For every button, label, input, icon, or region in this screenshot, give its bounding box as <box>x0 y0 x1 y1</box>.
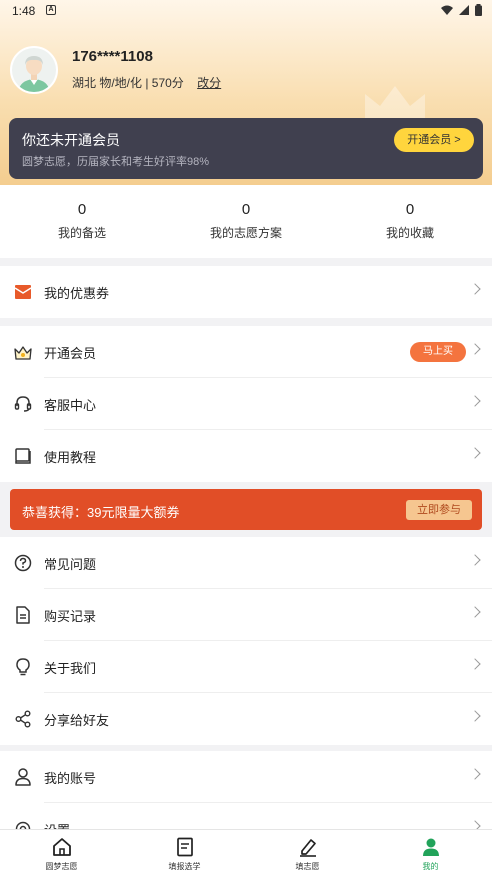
menu-item-share[interactable]: 分享给好友 <box>0 693 492 745</box>
stats-bar: 0 我的备选 0 我的志愿方案 0 我的收藏 <box>0 185 492 258</box>
stat-label: 我的收藏 <box>385 226 434 240</box>
stat-shortlist[interactable]: 0 我的备选 <box>0 185 164 258</box>
username: 176****1108 <box>72 48 153 65</box>
stat-favorites[interactable]: 0 我的收藏 <box>328 185 492 258</box>
chevron-right-icon <box>469 283 481 295</box>
menu-group-coupons: 我的优惠券 <box>0 266 492 318</box>
chevron-right-icon <box>469 554 481 566</box>
chevron-right-icon <box>469 395 481 407</box>
menu-item-label: 购买记录 <box>44 608 97 624</box>
chevron-right-icon <box>469 343 481 355</box>
bulb-icon <box>14 658 32 676</box>
book-icon <box>14 447 32 465</box>
stat-label: 我的备选 <box>57 226 106 240</box>
chevron-right-icon <box>469 606 481 618</box>
menu-item-support[interactable]: 客服中心 <box>0 378 492 430</box>
menu-item-label: 常见问题 <box>44 556 97 572</box>
signal-icon <box>459 5 469 15</box>
user-info-text: 湖北 物/地/化 | 570分 <box>72 76 184 90</box>
menu-item-label: 开通会员 <box>44 345 97 361</box>
stat-value: 0 <box>405 201 415 218</box>
wifi-icon <box>441 5 453 15</box>
user-icon <box>14 768 32 786</box>
avatar-image <box>12 48 56 92</box>
document-icon <box>176 837 193 857</box>
chevron-right-icon <box>469 820 481 829</box>
menu-group-account: 我的账号 设置 <box>0 751 492 829</box>
battery-icon <box>475 4 482 16</box>
menu-item-coupons[interactable]: 我的优惠券 <box>0 266 492 318</box>
menu-group-services: 开通会员 马上买 客服中心 使用教程 <box>0 326 492 482</box>
receipt-icon <box>14 606 32 624</box>
avatar[interactable] <box>10 46 58 94</box>
menu-item-settings[interactable]: 设置 <box>0 803 492 829</box>
tab-fill[interactable]: 填志愿 <box>246 830 369 876</box>
menu-item-label: 使用教程 <box>44 449 97 465</box>
status-bar: 1:48 A <box>0 0 492 22</box>
vip-card-title: 你还未开通会员 <box>22 132 120 148</box>
menu-item-vip[interactable]: 开通会员 马上买 <box>0 326 492 378</box>
headset-icon <box>14 395 32 413</box>
menu-item-label: 关于我们 <box>44 660 97 676</box>
menu-item-tutorial[interactable]: 使用教程 <box>0 430 492 482</box>
crown-icon <box>14 343 32 361</box>
stat-value: 0 <box>241 201 251 218</box>
tab-label: 我的 <box>422 862 439 871</box>
tab-label: 圆梦志愿 <box>45 862 78 871</box>
tab-select[interactable]: 填报选学 <box>123 830 246 876</box>
tab-label: 填志愿 <box>295 862 320 871</box>
coupon-icon <box>14 283 32 301</box>
tab-home[interactable]: 圆梦志愿 <box>0 830 123 876</box>
promo-text: 恭喜获得：39元限量大额券 <box>22 505 180 520</box>
chevron-right-icon <box>469 658 481 670</box>
home-icon <box>52 838 71 856</box>
menu-item-label: 我的优惠券 <box>44 285 110 301</box>
person-icon <box>422 838 439 856</box>
chevron-right-icon <box>469 710 481 722</box>
bottom-tab-bar: 圆梦志愿 填报选学 填志愿 我的 <box>0 829 492 876</box>
status-time: 1:48 <box>12 4 36 18</box>
menu-item-purchases[interactable]: 购买记录 <box>0 589 492 641</box>
menu-item-label: 分享给好友 <box>44 712 110 728</box>
tab-label: 填报选学 <box>168 862 201 871</box>
join-now-button[interactable]: 立即参与 <box>406 500 472 520</box>
menu-item-about[interactable]: 关于我们 <box>0 641 492 693</box>
chevron-right-icon <box>469 447 481 459</box>
stat-label: 我的志愿方案 <box>209 226 282 240</box>
edit-score-link[interactable]: 改分 <box>197 76 221 90</box>
share-icon <box>14 710 32 728</box>
pen-icon <box>299 839 316 857</box>
menu-item-label: 我的账号 <box>44 770 97 786</box>
crown-decoration-icon <box>365 86 425 120</box>
menu-item-account[interactable]: 我的账号 <box>0 751 492 803</box>
stat-plans[interactable]: 0 我的志愿方案 <box>164 185 328 258</box>
tab-mine[interactable]: 我的 <box>369 830 492 876</box>
menu-item-faq[interactable]: 常见问题 <box>0 537 492 589</box>
promo-banner[interactable]: 恭喜获得：39元限量大额券 立即参与 <box>10 489 482 530</box>
stat-value: 0 <box>77 201 87 218</box>
open-vip-button[interactable]: 开通会员 > <box>394 128 474 152</box>
chevron-right-icon <box>469 768 481 780</box>
user-exam-info: 湖北 物/地/化 | 570分 改分 <box>72 74 221 91</box>
menu-item-label: 设置 <box>44 820 70 830</box>
vip-card-subtitle: 圆梦志愿，历届家长和考生好评率98% <box>22 156 210 168</box>
menu-group-info: 常见问题 购买记录 关于我们 分享给好友 <box>0 537 492 745</box>
settings-icon <box>14 820 32 829</box>
status-icons <box>441 4 482 16</box>
vip-card: 你还未开通会员 圆梦志愿，历届家长和考生好评率98% 开通会员 > <box>9 118 483 179</box>
notification-icon: A <box>46 5 56 15</box>
question-icon <box>14 554 32 572</box>
buy-now-badge[interactable]: 马上买 <box>410 342 466 362</box>
menu-item-label: 客服中心 <box>44 397 97 413</box>
